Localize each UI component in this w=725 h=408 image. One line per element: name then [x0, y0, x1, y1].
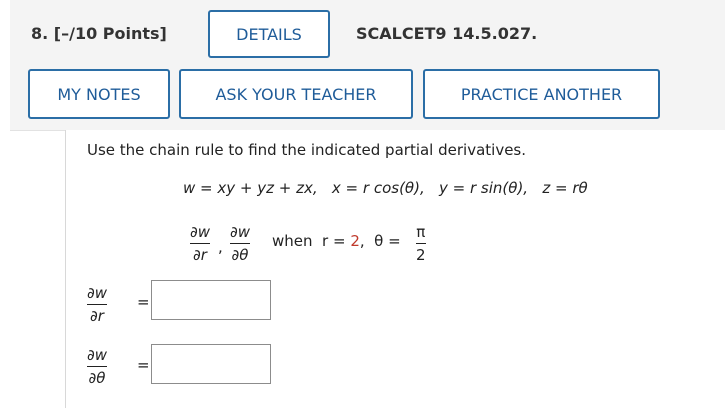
dw-dtheta-answer-input[interactable] — [151, 344, 271, 384]
pi-over-two-fraction: π 2 — [416, 223, 426, 264]
equals-sign: = — [137, 293, 150, 311]
r-value: 2 — [350, 232, 360, 250]
denominator: ∂θ — [231, 246, 249, 264]
fraction-bar — [87, 304, 108, 305]
given-equations: w = xy + yz + zx, x = r cos(θ), y = r si… — [183, 179, 588, 197]
fraction-bar — [230, 243, 251, 244]
theta-text: , θ = — [359, 232, 406, 250]
numerator: ∂w — [87, 346, 108, 364]
answer-dw-dr-label: ∂w ∂r — [87, 284, 108, 325]
denominator: ∂r — [193, 246, 207, 264]
comma: , — [218, 238, 223, 256]
numerator: ∂w — [230, 223, 251, 241]
dw-dr-answer-input[interactable] — [151, 280, 271, 320]
fraction-bar — [190, 243, 211, 244]
dw-dr-fraction: ∂w ∂r — [190, 223, 211, 264]
fraction-bar — [416, 243, 426, 244]
when-condition: when r = 2, θ = — [272, 232, 405, 250]
denominator: ∂θ — [88, 369, 106, 387]
fraction-bar — [87, 366, 108, 367]
denominator-two: 2 — [416, 246, 426, 264]
dw-dtheta-fraction: ∂w ∂θ — [230, 223, 251, 264]
when-text: when r = — [272, 232, 351, 250]
pi-symbol: π — [416, 223, 426, 241]
numerator: ∂w — [190, 223, 211, 241]
problem-instruction: Use the chain rule to find the indicated… — [87, 141, 527, 159]
question-code: SCALCET9 14.5.027. — [356, 24, 538, 43]
answer-dw-dtheta-label: ∂w ∂θ — [87, 346, 108, 387]
my-notes-button[interactable]: MY NOTES — [28, 69, 170, 119]
practice-another-button[interactable]: PRACTICE ANOTHER — [423, 69, 660, 119]
details-button[interactable]: DETAILS — [208, 10, 330, 58]
ask-your-teacher-button[interactable]: ASK YOUR TEACHER — [179, 69, 413, 119]
equals-sign: = — [137, 356, 150, 374]
question-number: 8. [–/10 Points] — [31, 24, 167, 43]
numerator: ∂w — [87, 284, 108, 302]
denominator: ∂r — [90, 307, 104, 325]
